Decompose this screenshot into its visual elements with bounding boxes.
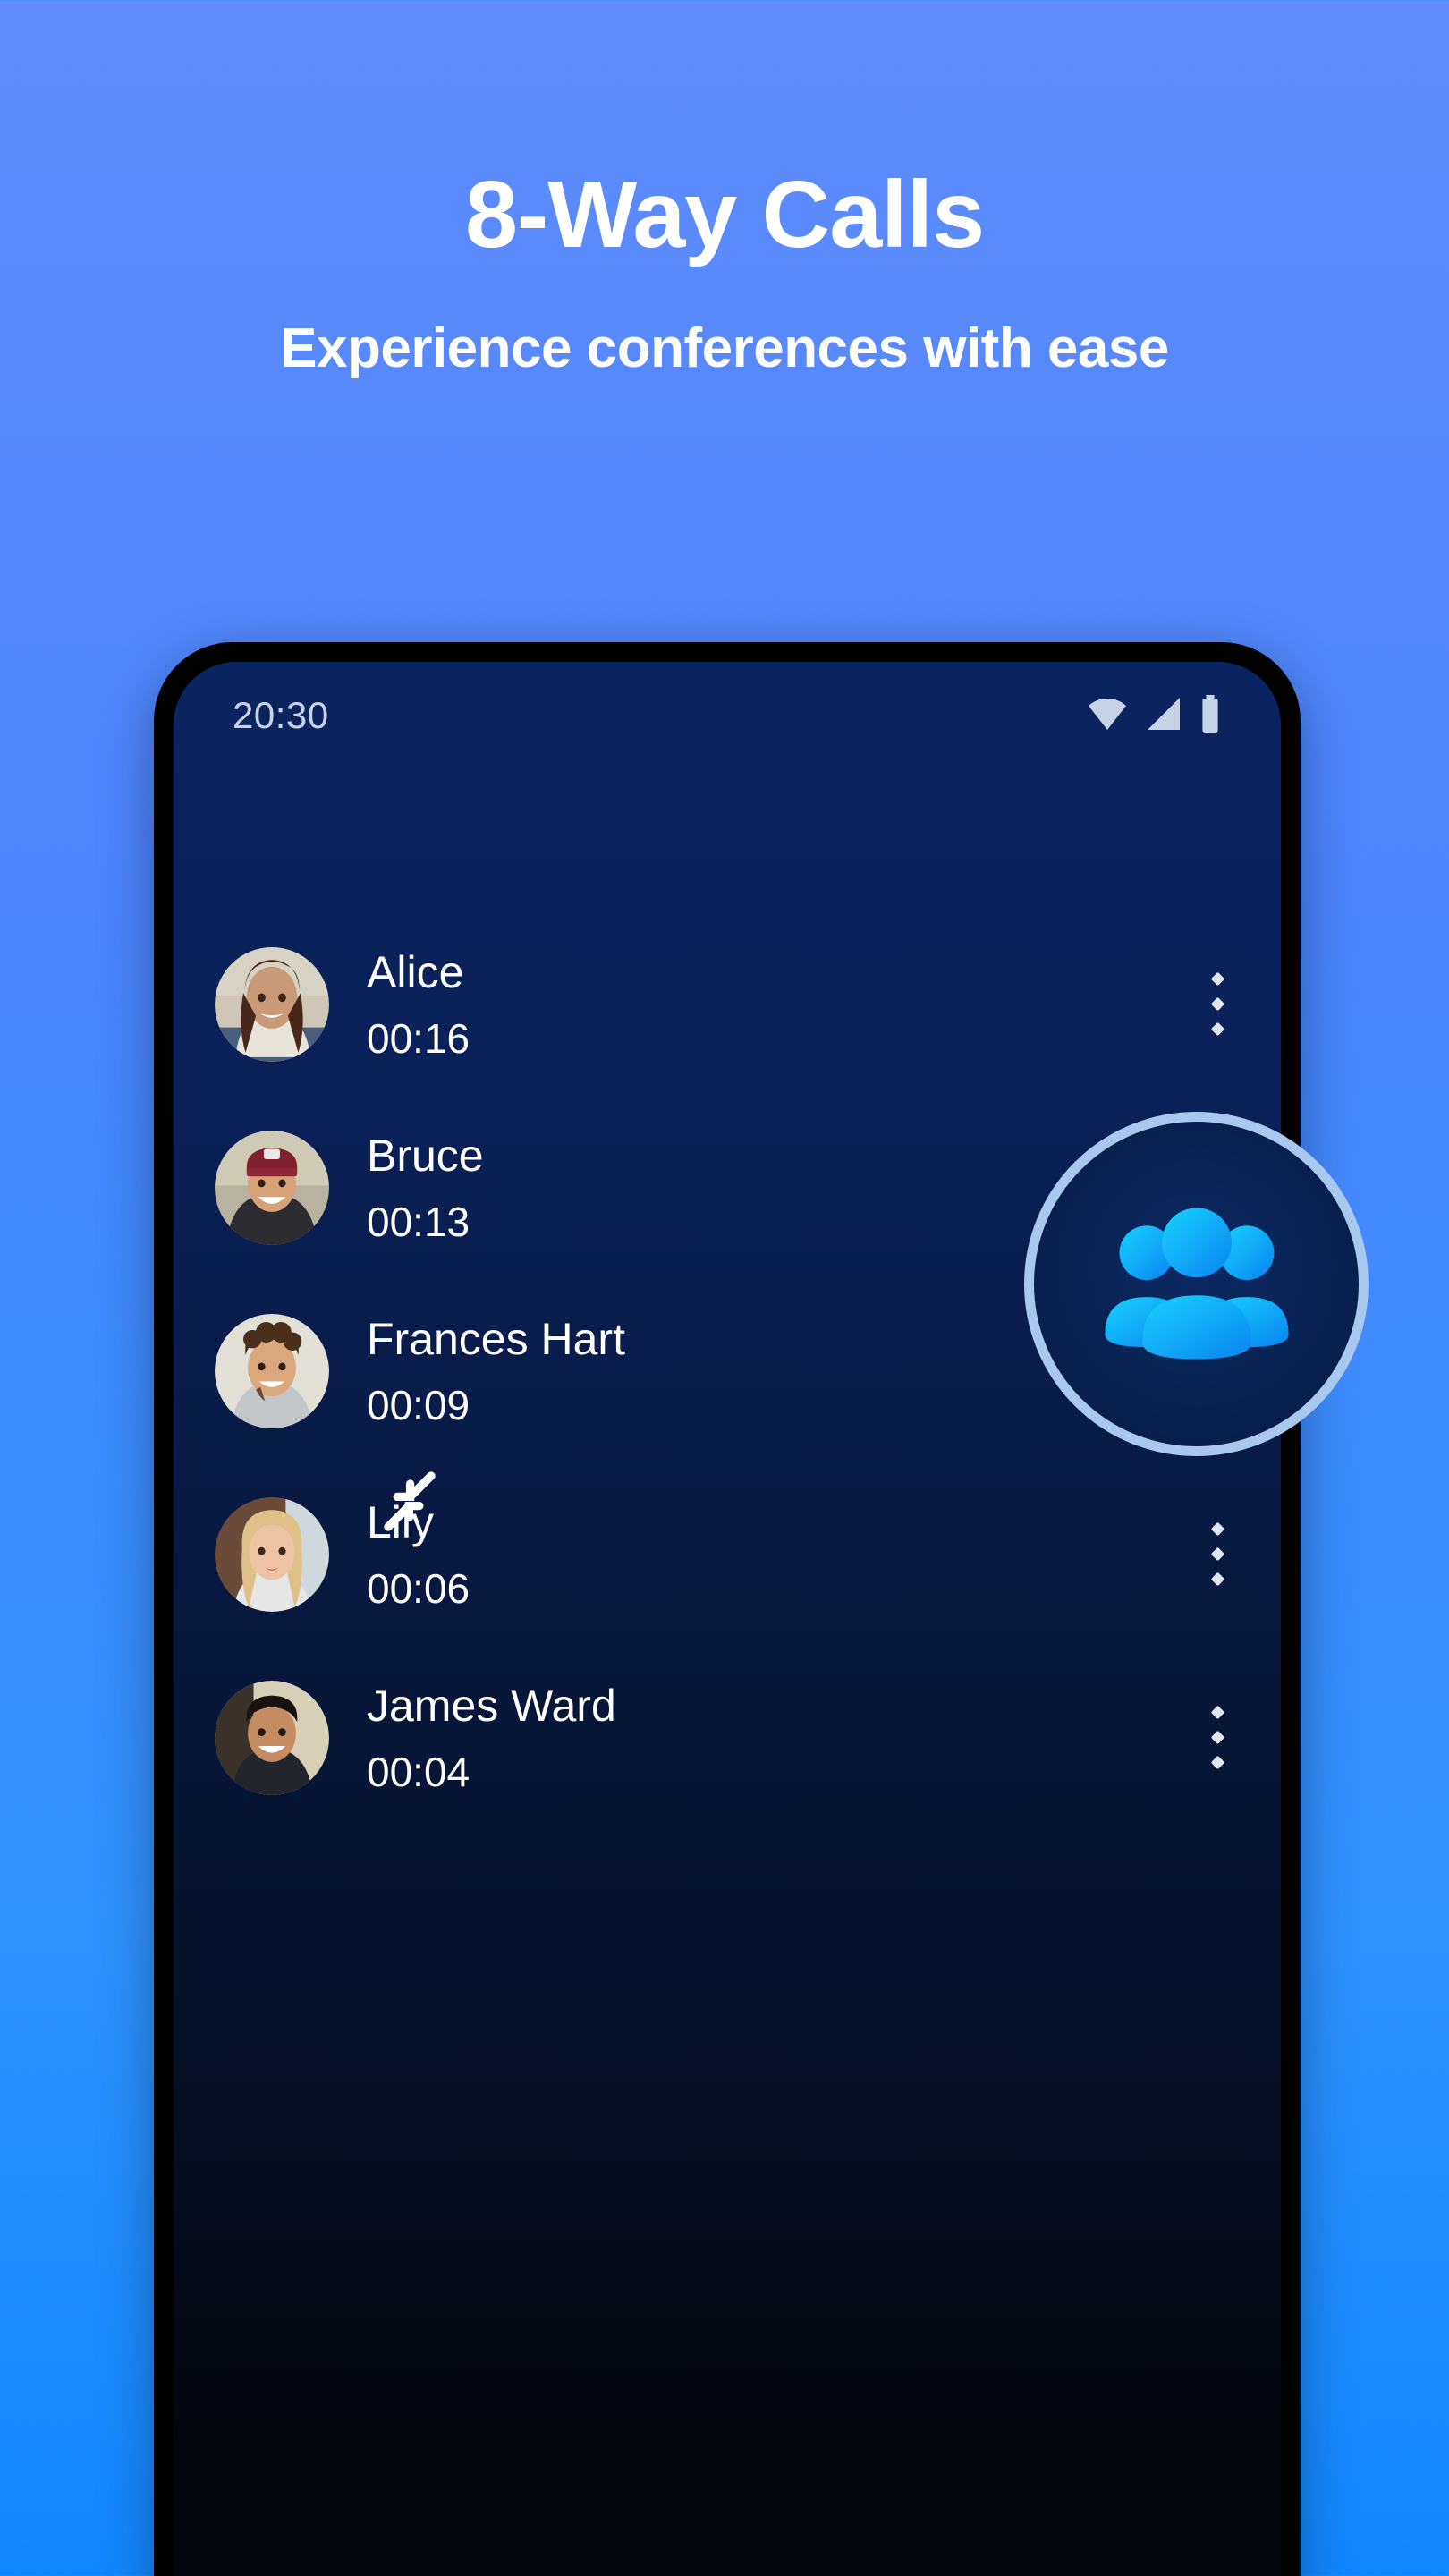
participant-duration: 00:06 (367, 1564, 470, 1612)
kebab-dot (1210, 1546, 1224, 1562)
row-menu-button[interactable] (1193, 1689, 1241, 1787)
status-bar: 20:30 (174, 662, 1281, 769)
promo-header: 8-Way Calls Experience conferences with … (0, 0, 1449, 380)
kebab-dot (1210, 1021, 1224, 1037)
avatar (215, 1313, 329, 1428)
group-people-icon (1095, 1180, 1299, 1388)
avatar (215, 1496, 329, 1612)
wifi-icon (1086, 696, 1129, 736)
page-title: 8-Way Calls (464, 162, 985, 267)
cellular-signal-icon (1144, 696, 1183, 736)
participant-duration: 00:04 (367, 1748, 470, 1795)
phone-mockup: 20:30 Alice 00:16 Bruce 00:13 Frances Ha… (154, 642, 1301, 2576)
participant-name: Lily (367, 1497, 435, 1548)
status-time: 20:30 (233, 694, 329, 736)
participant-info: Lily 00:06 (367, 1499, 1193, 1609)
table-row[interactable]: James Ward 00:04 (174, 1646, 1281, 1829)
participant-name: Alice (367, 947, 464, 998)
table-row[interactable]: Alice 00:16 (174, 912, 1281, 1096)
conference-badge[interactable] (1024, 1112, 1368, 1456)
kebab-dot (1210, 1705, 1224, 1720)
kebab-dot (1210, 1521, 1224, 1537)
kebab-dot (1210, 1572, 1224, 1587)
battery-icon (1199, 694, 1222, 737)
kebab-dot (1210, 1755, 1224, 1770)
kebab-dot (1210, 996, 1224, 1012)
participant-info: Alice 00:16 (367, 949, 1193, 1059)
kebab-dot (1210, 971, 1224, 987)
participant-info: James Ward 00:04 (367, 1682, 1193, 1792)
participant-duration: 00:16 (367, 1014, 470, 1062)
table-row[interactable]: Lily 00:06 (174, 1462, 1281, 1646)
avatar (215, 946, 329, 1062)
kebab-dot (1210, 1730, 1224, 1745)
avatar (215, 1130, 329, 1245)
status-icons (1086, 694, 1222, 737)
avatar (215, 1680, 329, 1795)
participant-name: James Ward (367, 1681, 616, 1732)
row-menu-button[interactable] (1193, 955, 1241, 1054)
row-menu-button[interactable] (1193, 1505, 1241, 1604)
page-subtitle: Experience conferences with ease (280, 318, 1169, 380)
phone-screen: 20:30 Alice 00:16 Bruce 00:13 Frances Ha… (174, 662, 1281, 2576)
